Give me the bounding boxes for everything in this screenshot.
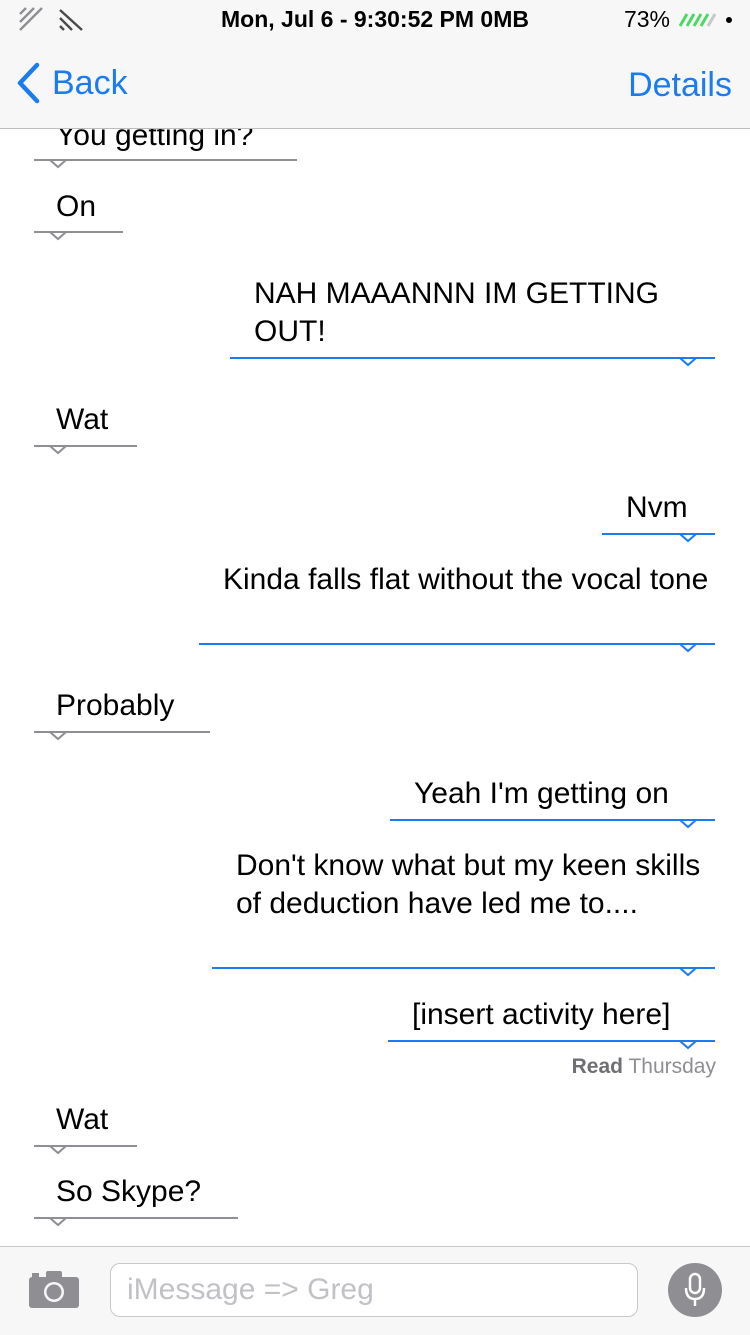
battery-status: 73% [624, 6, 732, 33]
outgoing-message[interactable]: Yeah I'm getting on [414, 775, 669, 813]
microphone-icon [684, 1272, 706, 1306]
back-chevron-icon [17, 62, 40, 104]
message-composer [0, 1246, 750, 1335]
read-time: Thursday [628, 1055, 716, 1078]
outgoing-message-underline [230, 357, 715, 359]
read-receipt: Read Thursday [572, 1055, 716, 1079]
outgoing-message[interactable]: Don't know what but my keen skills of de… [236, 847, 706, 923]
incoming-message-underline [34, 159, 297, 161]
incoming-tail-icon [49, 1217, 67, 1227]
back-button[interactable]: Back [16, 62, 128, 104]
microphone-button[interactable] [668, 1263, 722, 1317]
charging-dot [726, 16, 732, 23]
message-input[interactable] [110, 1263, 638, 1317]
status-bar: Mon, Jul 6 - 9:30:52 PM 0MB 73% [0, 0, 750, 40]
outgoing-message-underline [212, 967, 715, 969]
read-label: Read [571, 1055, 623, 1078]
navigation-bar: Back Details [0, 40, 750, 129]
incoming-message[interactable]: Wat [56, 1101, 108, 1139]
outgoing-tail-icon [679, 357, 697, 367]
outgoing-tail-icon [679, 1040, 697, 1050]
message-thread[interactable]: You getting in? On NAH MAAANNN IM GETTIN… [0, 129, 750, 1246]
battery-percentage: 73% [623, 6, 670, 32]
camera-icon[interactable] [28, 1269, 80, 1309]
outgoing-message[interactable]: Kinda falls flat without the vocal tone [223, 561, 713, 599]
incoming-message[interactable]: On [56, 188, 96, 226]
battery-icon [678, 12, 717, 27]
outgoing-message[interactable]: NAH MAAANNN IM GETTING OUT! [254, 275, 714, 351]
incoming-tail-icon [49, 1145, 67, 1155]
outgoing-message[interactable]: [insert activity here] [412, 996, 670, 1034]
incoming-tail-icon [49, 231, 67, 241]
outgoing-message-underline [390, 819, 715, 821]
incoming-tail-icon [49, 731, 67, 741]
incoming-tail-icon [49, 445, 67, 455]
outgoing-message-underline [388, 1040, 715, 1042]
incoming-tail-icon [49, 159, 67, 169]
outgoing-message[interactable]: Nvm [626, 489, 688, 527]
details-button[interactable]: Details [628, 66, 732, 105]
incoming-message[interactable]: You getting in? [56, 129, 253, 155]
back-label: Back [52, 63, 128, 102]
outgoing-tail-icon [679, 533, 697, 543]
outgoing-tail-icon [679, 643, 697, 653]
incoming-message[interactable]: Wat [56, 401, 108, 439]
incoming-message[interactable]: So Skype? [56, 1173, 201, 1211]
outgoing-tail-icon [679, 967, 697, 977]
outgoing-message-underline [199, 643, 715, 645]
outgoing-tail-icon [679, 819, 697, 829]
incoming-message[interactable]: Probably [56, 687, 174, 725]
